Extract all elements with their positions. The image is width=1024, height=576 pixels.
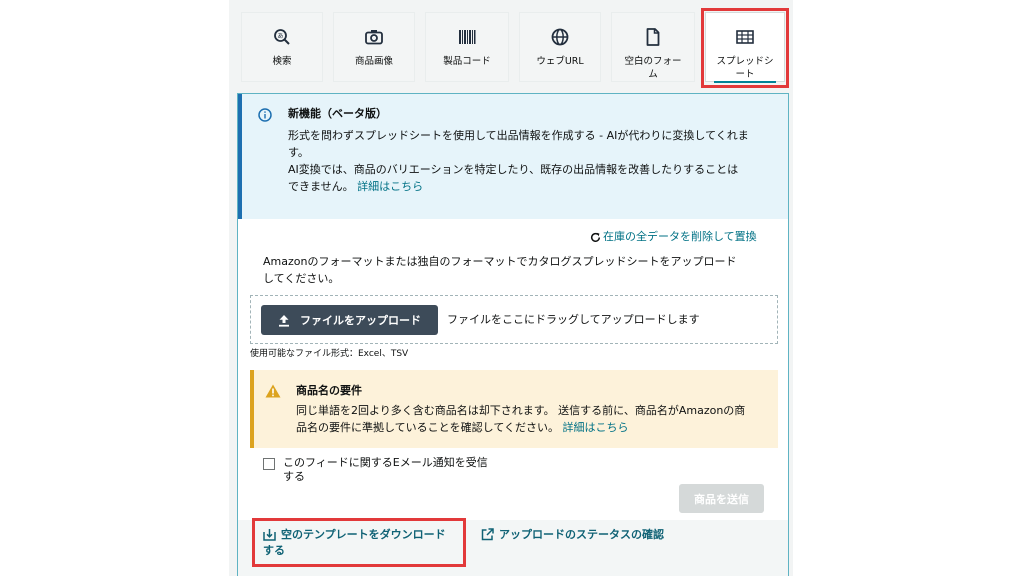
info-icon: [258, 107, 272, 126]
upload-instruction-line-2: してください。: [263, 272, 340, 285]
info-line-2: AI変換では、商品のバリエーションを特定したり、既存の出品情報を改善したりするこ…: [288, 163, 739, 176]
submit-products-button[interactable]: 商品を送信: [679, 484, 764, 513]
warning-details-link[interactable]: 詳細はこちら: [563, 421, 629, 434]
info-title: 新機能（ベータ版）: [288, 107, 387, 120]
warning-title: 商品名の要件: [296, 384, 362, 397]
camera-icon: [364, 27, 384, 47]
info-line-1: 形式を問わずスプレッドシートを使用して出品情報を作成する - AIが代わりに変換…: [288, 129, 749, 142]
email-notification-checkbox[interactable]: [263, 458, 275, 470]
info-details-link[interactable]: 詳細はこちら: [357, 180, 423, 193]
email-notification-label-line-1: このフィードに関するEメール通知を受信: [283, 456, 488, 469]
upload-status-link[interactable]: アップロードのステータスの確認: [481, 527, 664, 543]
barcode-icon: [457, 27, 477, 47]
tab-search[interactable]: あ 検索: [241, 12, 323, 82]
tab-label: 検索: [272, 56, 292, 67]
tab-web-url[interactable]: ウェブURL: [519, 12, 601, 82]
warning-line-1: 同じ単語を2回より多く含む商品名は却下されます。 送信する前に、商品名がAmaz…: [296, 404, 746, 417]
replace-inventory-label: 在庫の全データを削除して置換: [603, 230, 757, 243]
tab-label: ウェブURL: [536, 56, 584, 67]
supported-formats: 使用可能なファイル形式：Excel、TSV: [250, 349, 409, 359]
tab-product-code[interactable]: 製品コード: [425, 12, 509, 82]
replace-inventory-link[interactable]: 在庫の全データを削除して置換: [590, 228, 757, 246]
upload-file-button[interactable]: ファイルをアップロード: [261, 305, 438, 335]
warning-line-2: 品名の要件に準拠していることを確認してください。 詳細はこちら: [296, 419, 629, 437]
highlight-box-download-template: [252, 518, 466, 567]
tab-blank-form[interactable]: 空白のフォーム: [611, 12, 695, 82]
upload-file-label: ファイルをアップロード: [300, 314, 421, 327]
refresh-icon: [590, 232, 601, 243]
highlight-box-spreadsheet-tab: [701, 8, 789, 88]
info-line-1b: す。: [288, 146, 309, 159]
upload-icon: [278, 314, 290, 327]
info-line-3-text: できません。: [288, 180, 354, 193]
drop-hint: ファイルをここにドラッグしてアップロードします: [447, 313, 700, 326]
upload-status-label: アップロードのステータスの確認: [499, 528, 664, 541]
tab-label: 空白のフォーム: [624, 56, 682, 80]
warning-line-2-text: 品名の要件に準拠していることを確認してください。: [296, 421, 560, 434]
tab-label: 商品画像: [354, 56, 393, 67]
info-line-3: できません。 詳細はこちら: [288, 178, 423, 196]
blank-document-icon: [643, 27, 663, 47]
globe-icon: [550, 27, 570, 47]
email-notification-label-line-2: する: [283, 470, 305, 483]
upload-instruction-line-1: Amazonのフォーマットまたは独自のフォーマットでカタログスプレッドシートをア…: [263, 255, 737, 268]
warning-icon: [265, 383, 281, 402]
tab-label: 製品コード: [443, 56, 491, 67]
svg-text:あ: あ: [277, 33, 283, 40]
search-icon: あ: [272, 27, 292, 47]
external-link-icon: [481, 528, 494, 543]
tab-product-image[interactable]: 商品画像: [333, 12, 415, 82]
